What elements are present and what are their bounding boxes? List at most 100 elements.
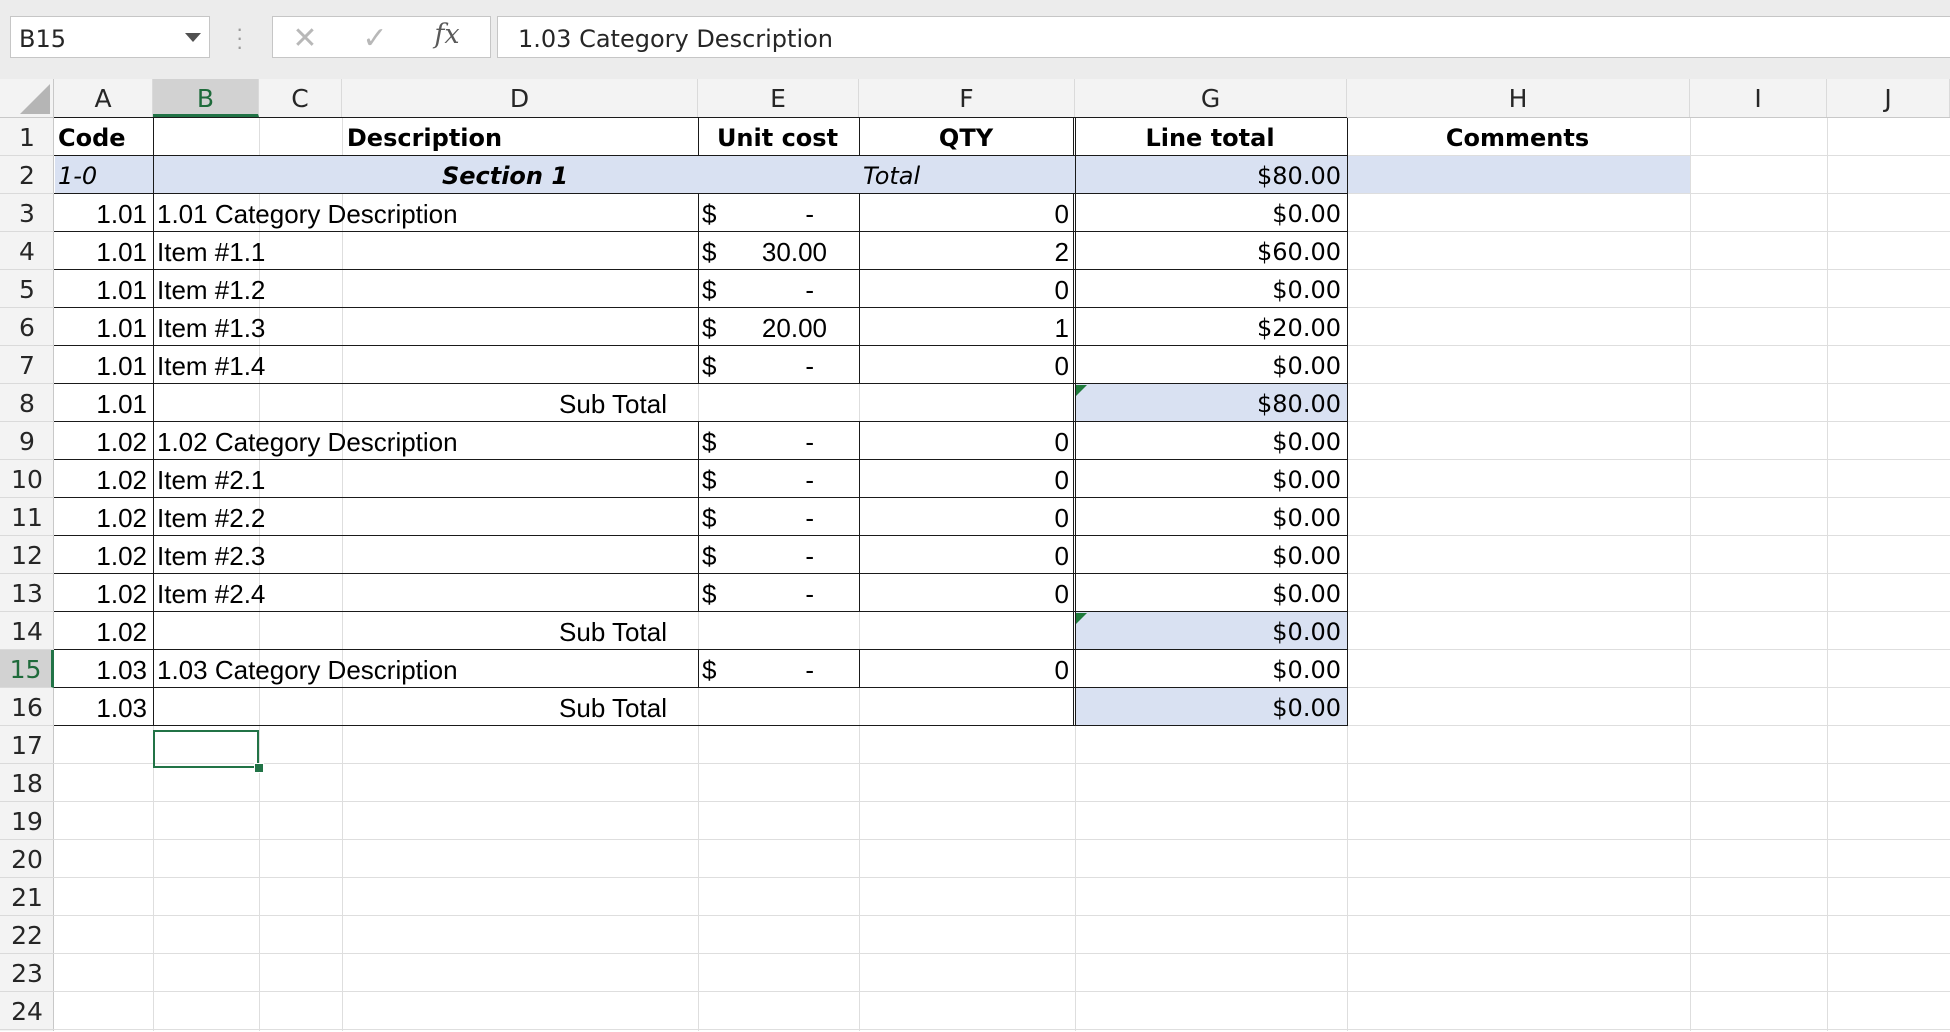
subtotal-label[interactable]: Sub Total xyxy=(157,612,1069,650)
enter-icon[interactable]: ✓ xyxy=(357,21,393,55)
line-total-cell[interactable]: $0.00 xyxy=(1079,574,1341,612)
header-qty[interactable]: QTY xyxy=(863,118,1069,156)
column-header-a[interactable]: A xyxy=(54,79,153,117)
description-cell[interactable]: Item #1.4 xyxy=(157,346,692,384)
worksheet-grid[interactable]: ABCDEFGHIJ 1 2 3 4 5 6 7 8 9 10 11 12 13 14 15 16 17 18 19… xyxy=(0,79,1950,1031)
code-cell[interactable]: 1.01 xyxy=(58,232,147,270)
row-header-3[interactable]: 3 xyxy=(0,194,54,232)
line-total-cell[interactable]: $0.00 xyxy=(1079,498,1341,536)
column-header-c[interactable]: C xyxy=(259,79,342,117)
insert-function-icon[interactable]: fx xyxy=(425,19,469,51)
line-total-cell[interactable]: $0.00 xyxy=(1079,536,1341,574)
more-options-icon[interactable]: · · · xyxy=(236,18,243,58)
section-total-label[interactable]: Total xyxy=(863,156,1069,194)
currency-symbol[interactable]: $ xyxy=(702,536,724,574)
section-total-value[interactable]: $80.00 xyxy=(1079,156,1341,194)
currency-symbol[interactable]: $ xyxy=(702,232,724,270)
row-header-4[interactable]: 4 xyxy=(0,232,54,270)
formula-input[interactable]: 1.03 Category Description xyxy=(497,16,1950,58)
line-total-cell[interactable]: $60.00 xyxy=(1079,232,1341,270)
currency-symbol[interactable]: $ xyxy=(702,422,724,460)
header-line-total[interactable]: Line total xyxy=(1079,118,1341,156)
description-cell[interactable]: Item #1.3 xyxy=(157,308,692,346)
unit-cost-cell[interactable]: - xyxy=(734,574,854,612)
description-cell[interactable]: Item #2.1 xyxy=(157,460,692,498)
column-header-e[interactable]: E xyxy=(698,79,859,117)
row-header-20[interactable]: 20 xyxy=(0,840,54,878)
qty-cell[interactable]: 0 xyxy=(863,270,1069,308)
qty-cell[interactable]: 1 xyxy=(863,308,1069,346)
unit-cost-cell[interactable]: - xyxy=(734,536,854,574)
description-cell[interactable]: Item #1.1 xyxy=(157,232,692,270)
select-all-icon[interactable] xyxy=(20,84,50,114)
column-header-g[interactable]: G xyxy=(1075,79,1347,117)
row-header-19[interactable]: 19 xyxy=(0,802,54,840)
section-name[interactable]: Section 1 xyxy=(157,156,853,194)
name-box-value[interactable]: B15 xyxy=(19,25,66,53)
line-total-cell[interactable]: $0.00 xyxy=(1079,688,1341,726)
currency-symbol[interactable]: $ xyxy=(702,346,724,384)
row-header-14[interactable]: 14 xyxy=(0,612,54,650)
line-total-cell[interactable]: $80.00 xyxy=(1079,384,1341,422)
line-total-cell[interactable]: $0.00 xyxy=(1079,422,1341,460)
qty-cell[interactable]: 0 xyxy=(863,194,1069,232)
code-cell[interactable]: 1.01 xyxy=(58,270,147,308)
row-header-17[interactable]: 17 xyxy=(0,726,54,764)
description-cell[interactable]: 1.02 Category Description xyxy=(157,422,692,460)
code-cell[interactable]: 1.03 xyxy=(58,650,147,688)
line-total-cell[interactable]: $0.00 xyxy=(1079,346,1341,384)
unit-cost-cell[interactable]: - xyxy=(734,650,854,688)
unit-cost-cell[interactable]: - xyxy=(734,194,854,232)
currency-symbol[interactable]: $ xyxy=(702,650,724,688)
column-header-f[interactable]: F xyxy=(859,79,1075,117)
line-total-cell[interactable]: $0.00 xyxy=(1079,270,1341,308)
cancel-icon[interactable]: ✕ xyxy=(287,21,323,55)
row-header-21[interactable]: 21 xyxy=(0,878,54,916)
unit-cost-cell[interactable]: 20.00 xyxy=(734,308,861,346)
description-cell[interactable]: Item #2.4 xyxy=(157,574,692,612)
description-cell[interactable]: Item #1.2 xyxy=(157,270,692,308)
row-header-24[interactable]: 24 xyxy=(0,992,54,1030)
unit-cost-cell[interactable]: - xyxy=(734,270,854,308)
currency-symbol[interactable]: $ xyxy=(702,308,724,346)
column-header-d[interactable]: D xyxy=(342,79,698,117)
row-header-10[interactable]: 10 xyxy=(0,460,54,498)
header-comments[interactable]: Comments xyxy=(1351,118,1684,156)
name-box[interactable]: B15 xyxy=(10,16,210,58)
code-cell[interactable]: 1.02 xyxy=(58,574,147,612)
header-unit-cost[interactable]: Unit cost xyxy=(702,118,853,156)
description-cell[interactable]: 1.03 Category Description xyxy=(157,650,692,688)
unit-cost-cell[interactable]: 30.00 xyxy=(734,232,861,270)
column-header-b[interactable]: B xyxy=(153,79,259,117)
chevron-down-icon[interactable] xyxy=(185,33,201,42)
row-header-2[interactable]: 2 xyxy=(0,156,54,194)
select-all-button[interactable] xyxy=(0,79,54,118)
currency-symbol[interactable]: $ xyxy=(702,460,724,498)
code-cell[interactable]: 1.01 xyxy=(58,308,147,346)
line-total-cell[interactable]: $0.00 xyxy=(1079,650,1341,688)
currency-symbol[interactable]: $ xyxy=(702,498,724,536)
qty-cell[interactable]: 0 xyxy=(863,460,1069,498)
row-header-6[interactable]: 6 xyxy=(0,308,54,346)
section-code[interactable]: 1-0 xyxy=(58,156,147,194)
row-header-9[interactable]: 9 xyxy=(0,422,54,460)
line-total-cell[interactable]: $0.00 xyxy=(1079,612,1341,650)
code-cell[interactable]: 1.02 xyxy=(58,536,147,574)
unit-cost-cell[interactable]: - xyxy=(734,498,854,536)
header-code[interactable]: Code xyxy=(58,118,147,156)
currency-symbol[interactable]: $ xyxy=(702,574,724,612)
subtotal-label[interactable]: Sub Total xyxy=(157,384,1069,422)
qty-cell[interactable]: 0 xyxy=(863,498,1069,536)
code-cell[interactable]: 1.01 xyxy=(58,194,147,232)
formula-value[interactable]: 1.03 Category Description xyxy=(518,25,833,53)
row-header-23[interactable]: 23 xyxy=(0,954,54,992)
unit-cost-cell[interactable]: - xyxy=(734,422,854,460)
row-header-22[interactable]: 22 xyxy=(0,916,54,954)
code-cell[interactable]: 1.02 xyxy=(58,612,147,650)
row-header-13[interactable]: 13 xyxy=(0,574,54,612)
code-cell[interactable]: 1.02 xyxy=(58,498,147,536)
code-cell[interactable]: 1.01 xyxy=(58,346,147,384)
line-total-cell[interactable]: $0.00 xyxy=(1079,194,1341,232)
row-header-11[interactable]: 11 xyxy=(0,498,54,536)
description-cell[interactable]: 1.01 Category Description xyxy=(157,194,692,232)
